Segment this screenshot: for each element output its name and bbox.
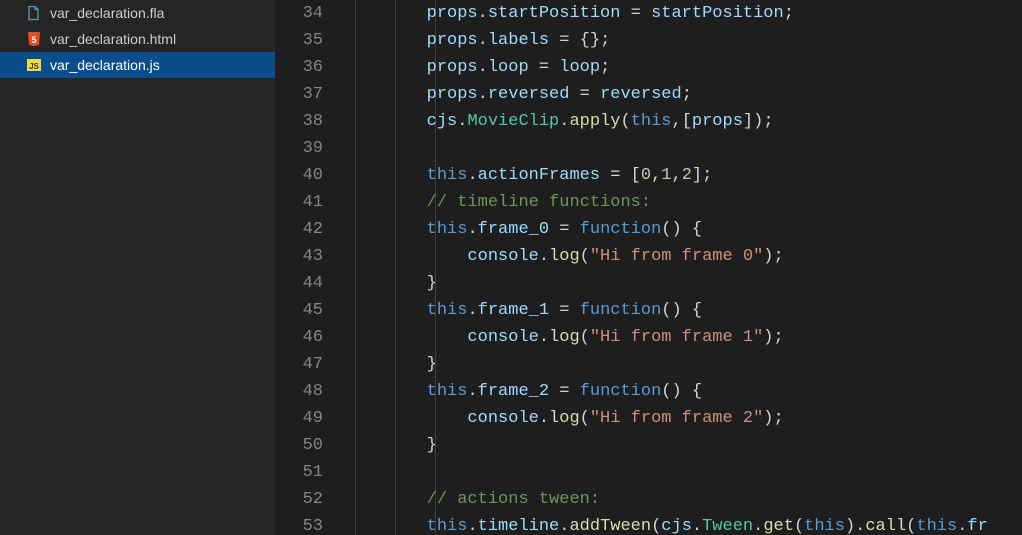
code-line[interactable]: props.labels = {}; — [345, 27, 1022, 54]
line-number: 50 — [275, 432, 323, 459]
code-line[interactable]: } — [345, 432, 1022, 459]
file-label: var_declaration.js — [50, 57, 160, 73]
svg-text:5: 5 — [31, 35, 36, 45]
code-line[interactable]: props.loop = loop; — [345, 54, 1022, 81]
code-line[interactable]: console.log("Hi from frame 0"); — [345, 243, 1022, 270]
line-number: 45 — [275, 297, 323, 324]
code-line[interactable]: console.log("Hi from frame 1"); — [345, 324, 1022, 351]
code-line[interactable]: } — [345, 270, 1022, 297]
code-scroll[interactable]: props.startPosition = startPosition; pro… — [345, 0, 1022, 535]
line-number: 41 — [275, 189, 323, 216]
line-number: 49 — [275, 405, 323, 432]
line-number: 34 — [275, 0, 323, 27]
code-line[interactable]: // actions tween: — [345, 486, 1022, 513]
code-line[interactable]: // timeline functions: — [345, 189, 1022, 216]
line-number: 53 — [275, 513, 323, 535]
line-number: 47 — [275, 351, 323, 378]
code-line[interactable]: props.startPosition = startPosition; — [345, 0, 1022, 27]
code-line[interactable]: this.frame_1 = function() { — [345, 297, 1022, 324]
file-label: var_declaration.fla — [50, 5, 164, 21]
code-editor[interactable]: 3435363738394041424344454647484950515253… — [275, 0, 1022, 535]
line-number: 44 — [275, 270, 323, 297]
line-number: 39 — [275, 135, 323, 162]
code-line[interactable]: this.frame_2 = function() { — [345, 378, 1022, 405]
explorer-sidebar[interactable]: var_declaration.fla 5 var_declaration.html… — [0, 0, 275, 535]
code-line[interactable]: cjs.MovieClip.apply(this,[props]); — [345, 108, 1022, 135]
file-label: var_declaration.html — [50, 31, 176, 47]
code-line[interactable]: this.actionFrames = [0,1,2]; — [345, 162, 1022, 189]
line-number: 40 — [275, 162, 323, 189]
code-line[interactable]: } — [345, 351, 1022, 378]
line-number: 46 — [275, 324, 323, 351]
line-number: 42 — [275, 216, 323, 243]
code-line[interactable] — [345, 135, 1022, 162]
code-line[interactable]: props.reversed = reversed; — [345, 81, 1022, 108]
line-number: 35 — [275, 27, 323, 54]
code-line[interactable]: console.log("Hi from frame 2"); — [345, 405, 1022, 432]
code-line[interactable]: this.frame_0 = function() { — [345, 216, 1022, 243]
file-item-html[interactable]: 5 var_declaration.html — [0, 26, 275, 52]
line-number: 37 — [275, 81, 323, 108]
code-line[interactable]: this.timeline.addTween(cjs.Tween.get(thi… — [345, 513, 1022, 535]
line-number: 52 — [275, 486, 323, 513]
app-root: var_declaration.fla 5 var_declaration.html… — [0, 0, 1022, 535]
line-number: 51 — [275, 459, 323, 486]
line-number: 43 — [275, 243, 323, 270]
js-file-icon: JS — [26, 57, 42, 73]
line-number: 48 — [275, 378, 323, 405]
line-number: 36 — [275, 54, 323, 81]
code-content[interactable]: props.startPosition = startPosition; pro… — [345, 0, 1022, 535]
code-line[interactable] — [345, 459, 1022, 486]
line-number-gutter: 3435363738394041424344454647484950515253 — [275, 0, 345, 535]
file-item-fla[interactable]: var_declaration.fla — [0, 0, 275, 26]
file-item-js[interactable]: JS var_declaration.js — [0, 52, 275, 78]
html-file-icon: 5 — [26, 31, 42, 47]
svg-text:JS: JS — [29, 62, 39, 71]
fla-file-icon — [26, 5, 42, 21]
line-number: 38 — [275, 108, 323, 135]
